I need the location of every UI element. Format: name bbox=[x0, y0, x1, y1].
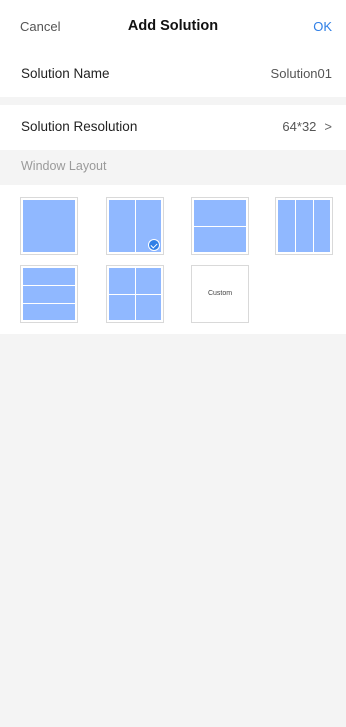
ok-button[interactable]: OK bbox=[313, 19, 332, 34]
chevron-right-icon: > bbox=[324, 119, 332, 134]
layout-divider bbox=[109, 294, 161, 295]
solution-name-value[interactable]: Solution01 bbox=[271, 66, 332, 81]
custom-layout-label: Custom bbox=[207, 290, 233, 297]
layout-preview bbox=[194, 200, 246, 252]
layout-divider bbox=[194, 226, 246, 227]
solution-resolution-value-group: 64*32 > bbox=[282, 119, 332, 134]
layout-divider bbox=[313, 200, 314, 252]
layout-option-single[interactable] bbox=[20, 197, 78, 255]
layout-option-three-horizontal[interactable] bbox=[20, 265, 78, 323]
layout-divider bbox=[23, 285, 75, 286]
layout-preview bbox=[23, 200, 75, 252]
window-layout-title: Window Layout bbox=[21, 159, 107, 173]
nav-bar: Cancel Add Solution OK bbox=[0, 0, 346, 56]
window-layout-panel: Custom bbox=[0, 185, 346, 334]
layout-preview bbox=[23, 268, 75, 320]
solution-name-label: Solution Name bbox=[21, 66, 110, 81]
layout-preview bbox=[109, 268, 161, 320]
solution-name-row[interactable]: Solution Name Solution01 bbox=[0, 52, 346, 97]
solution-resolution-label: Solution Resolution bbox=[21, 119, 138, 134]
page-title: Add Solution bbox=[127, 18, 219, 34]
layout-divider bbox=[135, 200, 136, 252]
layout-option-custom[interactable]: Custom bbox=[191, 265, 249, 323]
layout-preview bbox=[278, 200, 330, 252]
layout-option-two-vertical[interactable] bbox=[106, 197, 164, 255]
solution-resolution-row[interactable]: Solution Resolution 64*32 > bbox=[0, 105, 346, 150]
layout-option-two-horizontal[interactable] bbox=[191, 197, 249, 255]
layout-option-three-vertical[interactable] bbox=[275, 197, 333, 255]
layout-option-four-grid[interactable] bbox=[106, 265, 164, 323]
check-icon bbox=[148, 239, 160, 251]
layout-divider bbox=[23, 303, 75, 304]
layout-divider bbox=[295, 200, 296, 252]
solution-resolution-value: 64*32 bbox=[282, 119, 317, 134]
